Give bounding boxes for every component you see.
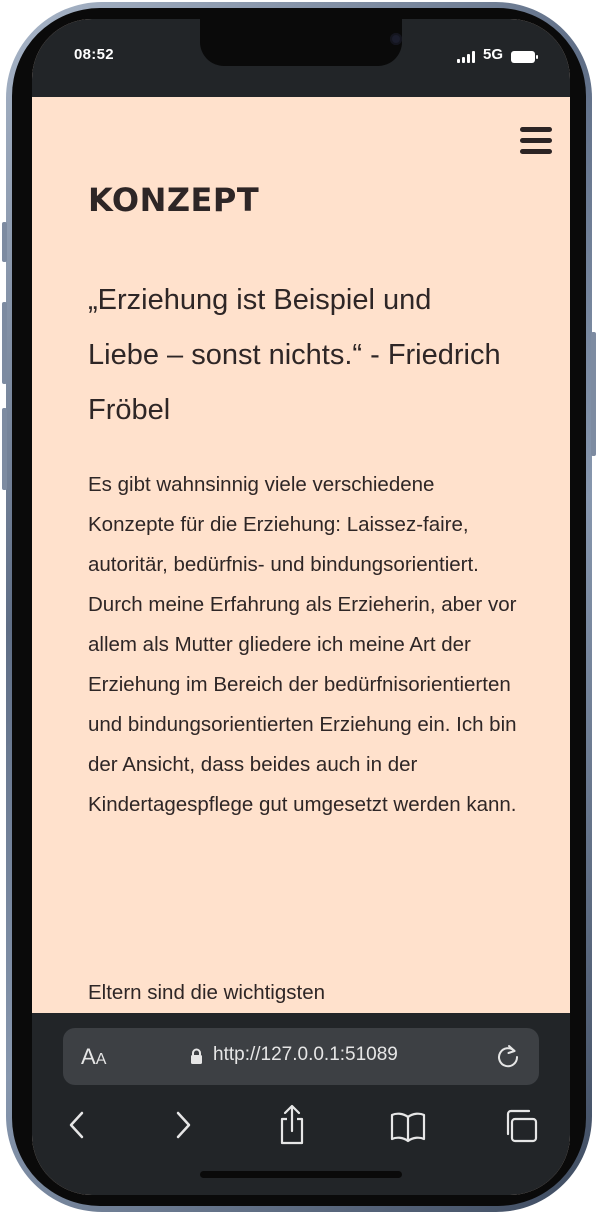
reload-icon[interactable] bbox=[494, 1042, 522, 1070]
lock-icon bbox=[191, 1048, 202, 1064]
battery-icon bbox=[511, 51, 538, 63]
paragraph-parents: Eltern sind die wichtigsten bbox=[88, 981, 326, 1004]
signal-icon bbox=[457, 51, 477, 63]
power-button bbox=[591, 332, 596, 456]
notch bbox=[200, 19, 402, 66]
status-time: 08:52 bbox=[74, 46, 114, 63]
hamburger-menu-icon[interactable] bbox=[520, 127, 552, 155]
aa-small-label: A bbox=[95, 1051, 107, 1068]
url-text: http://127.0.0.1:51089 bbox=[213, 1044, 398, 1065]
book-icon[interactable] bbox=[388, 1103, 428, 1147]
share-icon[interactable] bbox=[272, 1103, 312, 1147]
chevron-right-icon[interactable] bbox=[162, 1103, 202, 1147]
aa-big-label: A bbox=[81, 1044, 96, 1069]
tabs-icon[interactable] bbox=[502, 1103, 542, 1147]
address-bar[interactable]: AA http://127.0.0.1:51089 bbox=[63, 1028, 539, 1085]
status-bar: 08:52 5G bbox=[32, 19, 570, 97]
browser-toolbar: AA http://127.0.0.1:51089 bbox=[32, 1013, 570, 1195]
volume-down-button bbox=[2, 408, 7, 490]
network-label: 5G bbox=[483, 46, 504, 63]
silent-switch bbox=[2, 222, 7, 262]
page-title: KONZEPT bbox=[88, 181, 260, 219]
paragraph-concept: Es gibt wahnsinnig viele verschiedene Ko… bbox=[88, 473, 517, 816]
quote: „Erziehung ist Beispiel und Liebe – sons… bbox=[88, 284, 501, 426]
chevron-left-icon[interactable] bbox=[58, 1103, 98, 1147]
volume-up-button bbox=[2, 302, 7, 384]
front-camera bbox=[390, 33, 402, 45]
reader-aa-button[interactable]: AA bbox=[81, 1044, 106, 1070]
home-indicator bbox=[200, 1171, 402, 1178]
web-page: KONZEPT „Erziehung ist Beispiel und Lieb… bbox=[32, 97, 570, 1013]
phone-screen: 08:52 5G KONZEPT „Erziehung ist Beispiel… bbox=[32, 19, 570, 1195]
